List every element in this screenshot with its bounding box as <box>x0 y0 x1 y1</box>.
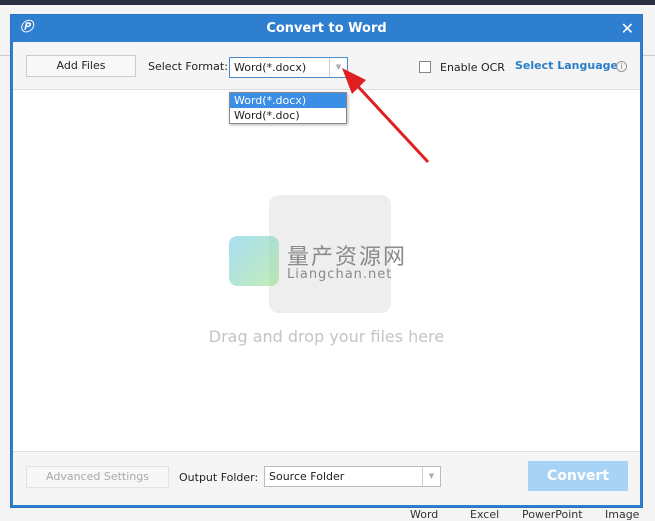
dialog-body: Add Files Select Format: Word(*.docx) ▼ … <box>13 42 640 505</box>
background-window-strip <box>0 0 655 5</box>
convert-dialog: Ⓟ Convert to Word ✕ Add Files Select For… <box>10 14 643 508</box>
bg-tab-excel[interactable]: Excel <box>470 508 499 521</box>
footer: Advanced Settings Output Folder: Source … <box>13 451 640 505</box>
chevron-down-icon[interactable]: ▼ <box>329 58 347 77</box>
close-icon[interactable]: ✕ <box>621 15 634 42</box>
info-icon[interactable]: i <box>616 61 627 72</box>
format-dropdown: Word(*.docx) Word(*.doc) <box>229 92 347 124</box>
format-option-docx[interactable]: Word(*.docx) <box>230 93 346 108</box>
add-files-button[interactable]: Add Files <box>26 55 136 77</box>
watermark-logo <box>229 236 279 286</box>
bg-tab-powerpoint[interactable]: PowerPoint <box>522 508 583 521</box>
enable-ocr-checkbox[interactable] <box>419 61 431 73</box>
drop-hint: Drag and drop your files here <box>208 327 445 346</box>
drop-zone[interactable]: 量产资源网 Liangchan.net Drag and drop your f… <box>13 91 640 451</box>
enable-ocr-label[interactable]: Enable OCR <box>440 61 505 74</box>
bg-tab-word[interactable]: Word <box>410 508 438 521</box>
select-language-link[interactable]: Select Language <box>515 59 618 72</box>
convert-button[interactable]: Convert <box>528 461 628 491</box>
advanced-settings-button[interactable]: Advanced Settings <box>26 466 169 488</box>
output-folder-value: Source Folder <box>269 470 345 483</box>
watermark-subtext: Liangchan.net <box>287 267 393 282</box>
select-format-label: Select Format: <box>148 60 228 73</box>
output-folder-select[interactable]: Source Folder ▼ <box>264 466 441 487</box>
format-select[interactable]: Word(*.docx) ▼ <box>229 57 348 78</box>
chevron-down-icon[interactable]: ▼ <box>422 467 440 486</box>
dialog-title: Convert to Word <box>266 21 387 36</box>
output-folder-label: Output Folder: <box>179 471 259 484</box>
format-option-doc[interactable]: Word(*.doc) <box>230 108 346 123</box>
bg-tab-image[interactable]: Image <box>605 508 639 521</box>
format-value: Word(*.docx) <box>234 61 307 74</box>
toolbar: Add Files Select Format: Word(*.docx) ▼ … <box>13 42 640 90</box>
